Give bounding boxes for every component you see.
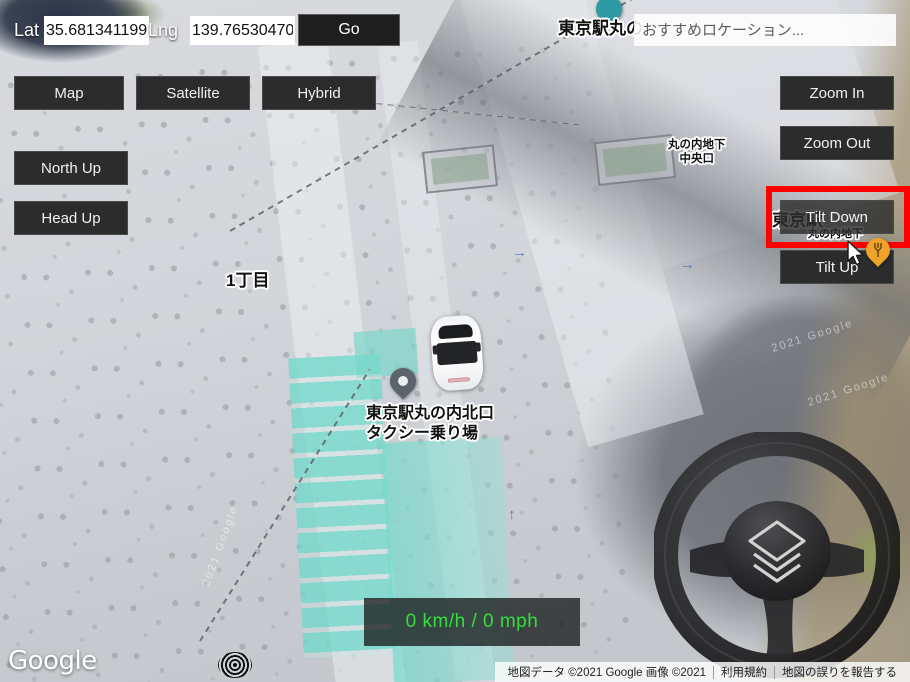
car-windshield bbox=[438, 323, 473, 340]
latitude-input[interactable] bbox=[44, 16, 149, 45]
pin-head bbox=[590, 0, 628, 28]
mouse-cursor-icon bbox=[847, 240, 864, 266]
car-mirror-left bbox=[432, 345, 439, 355]
google-logo: Google bbox=[8, 646, 97, 676]
station-roof-structure bbox=[422, 144, 498, 194]
zoom-out-button[interactable]: Zoom Out bbox=[780, 126, 894, 160]
go-button[interactable]: Go bbox=[298, 14, 400, 46]
vehicle-marker-icon[interactable] bbox=[429, 314, 485, 392]
direction-arrow-icon: ↑ bbox=[508, 506, 516, 523]
attribution-map-data: 地図データ ©2021 Google 画像 ©2021 bbox=[507, 667, 706, 679]
orientation-button-north-up[interactable]: North Up bbox=[14, 151, 128, 185]
longitude-input[interactable] bbox=[190, 16, 295, 45]
lng-label: Lng bbox=[148, 20, 179, 40]
car-mirror-right bbox=[475, 342, 481, 352]
location-search-input[interactable] bbox=[634, 14, 896, 46]
orientation-button-head-up[interactable]: Head Up bbox=[14, 201, 128, 235]
roof-inner bbox=[602, 142, 668, 178]
map-detail bbox=[218, 652, 252, 678]
station-roof-structure bbox=[593, 134, 677, 186]
speed-value: 0 km/h / 0 mph bbox=[405, 611, 539, 632]
attribution-terms-link[interactable]: 利用規約 bbox=[714, 664, 774, 680]
speed-display-panel: 0 km/h / 0 mph bbox=[364, 598, 580, 646]
map-type-button-satellite[interactable]: Satellite bbox=[136, 76, 250, 110]
attribution-report-link[interactable]: 地図の誤りを報告する bbox=[775, 664, 904, 680]
pin-dot bbox=[398, 376, 408, 386]
map-type-button-hybrid[interactable]: Hybrid bbox=[262, 76, 376, 110]
map-pin-orange-icon bbox=[861, 233, 895, 270]
pin-glyph bbox=[874, 243, 882, 257]
lat-label: Lat bbox=[14, 20, 40, 40]
steering-wheel-icon[interactable] bbox=[654, 432, 900, 678]
car-roof bbox=[436, 340, 478, 366]
map-drive-app: → → ↑ 2021 Google 2021 Google 2021 Googl… bbox=[0, 0, 910, 682]
zoom-in-button[interactable]: Zoom In bbox=[780, 76, 894, 110]
direction-arrow-icon: → bbox=[680, 256, 695, 273]
map-type-button-map[interactable]: Map bbox=[14, 76, 124, 110]
map-pin-station-icon bbox=[590, 0, 628, 30]
map-attribution-bar: 地図データ ©2021 Google 画像 ©2021 利用規約 地図の誤りを報… bbox=[494, 662, 910, 682]
roof-inner bbox=[430, 153, 490, 185]
map-pin-taxi-icon bbox=[384, 362, 422, 402]
direction-arrow-icon: → bbox=[512, 244, 527, 261]
tilt-down-button[interactable]: Tilt Down bbox=[780, 200, 894, 234]
